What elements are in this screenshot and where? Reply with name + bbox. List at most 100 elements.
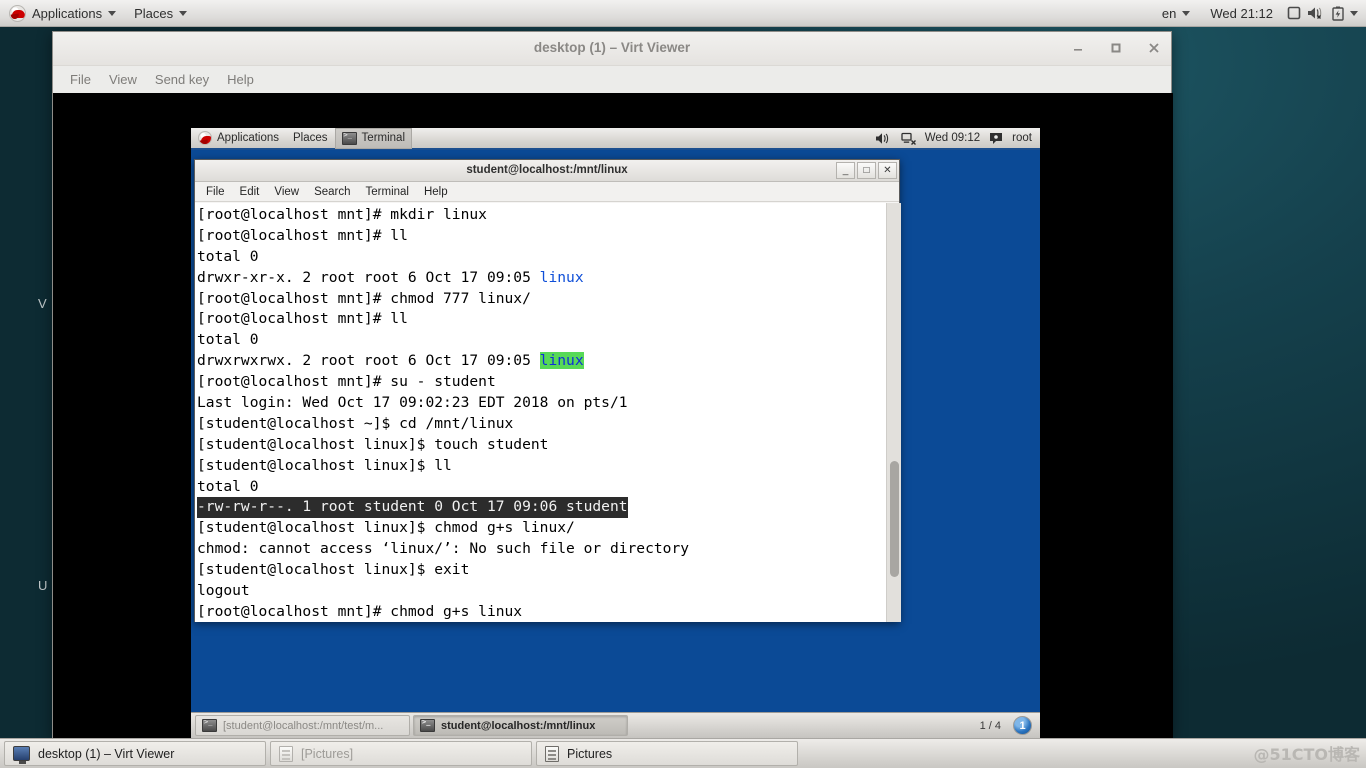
host-places-label: Places bbox=[134, 5, 174, 21]
terminal-text-segment: linux bbox=[539, 352, 584, 370]
terminal-line: [student@localhost ~]$ cd /mnt/linux bbox=[197, 414, 886, 435]
host-clock[interactable]: Wed 21:12 bbox=[1201, 0, 1282, 26]
host-applications-menu[interactable]: Applications bbox=[0, 0, 125, 26]
terminal-menu-edit[interactable]: Edit bbox=[233, 185, 267, 199]
host-system-tray: en Wed 21:12 bbox=[1153, 0, 1366, 26]
user-account-icon[interactable] bbox=[986, 128, 1006, 148]
terminal-titlebar[interactable]: student@localhost:/mnt/linux _ □ ✕ bbox=[195, 160, 899, 182]
menu-send-key[interactable]: Send key bbox=[147, 70, 217, 89]
menu-help[interactable]: Help bbox=[219, 70, 262, 89]
chevron-down-icon[interactable] bbox=[1350, 10, 1358, 16]
virt-viewer-titlebar[interactable]: desktop (1) – Virt Viewer bbox=[53, 32, 1171, 66]
terminal-text-segment: linux bbox=[539, 268, 584, 286]
terminal-scrollbar-thumb[interactable] bbox=[890, 461, 899, 577]
guest-clock-label[interactable]: Wed 09:12 bbox=[925, 132, 980, 144]
terminal-icon bbox=[420, 718, 435, 732]
chevron-down-icon bbox=[179, 10, 188, 16]
terminal-line: [root@localhost mnt]# ll bbox=[197, 309, 886, 330]
guest-user-label[interactable]: root bbox=[1012, 132, 1032, 144]
watermark-text: @51CTO博客 bbox=[1253, 745, 1360, 764]
terminal-body[interactable]: [root@localhost mnt]# mkdir linux [root@l… bbox=[195, 203, 901, 622]
terminal-close-button[interactable]: ✕ bbox=[878, 162, 897, 179]
menu-view[interactable]: View bbox=[101, 70, 145, 89]
minimize-button[interactable] bbox=[1069, 39, 1087, 57]
host-task-pictures-minimized[interactable]: [Pictures] bbox=[270, 741, 532, 766]
close-button[interactable] bbox=[1145, 39, 1163, 57]
terminal-text-segment: drwxr-xr-x. 2 root root 6 Oct 17 09:05 bbox=[197, 268, 540, 286]
display-icon[interactable] bbox=[1284, 3, 1304, 23]
terminal-maximize-button[interactable]: □ bbox=[857, 162, 876, 179]
guest-screen[interactable]: Applications Places Terminal bbox=[191, 128, 1040, 738]
terminal-text-segment: chmod: cannot access ‘linux/’: No such f… bbox=[197, 540, 690, 558]
menu-file[interactable]: File bbox=[62, 70, 99, 89]
terminal-text-segment: total 0 bbox=[197, 477, 259, 495]
terminal-text-segment: [root@localhost mnt]# su - student bbox=[197, 373, 496, 391]
terminal-menu-terminal[interactable]: Terminal bbox=[359, 185, 416, 199]
guest-task-0[interactable]: [student@localhost:/mnt/test/m... bbox=[195, 715, 410, 736]
workspace-current-badge[interactable]: 1 bbox=[1013, 716, 1032, 735]
terminal-title: student@localhost:/mnt/linux bbox=[466, 164, 628, 176]
guest-places-label: Places bbox=[293, 132, 328, 144]
terminal-line: total 0 bbox=[197, 247, 886, 268]
keyboard-layout-label: en bbox=[1161, 5, 1177, 21]
redhat-logo-icon bbox=[9, 4, 26, 22]
terminal-text-segment: [root@localhost mnt]# mkdir linux bbox=[197, 206, 487, 223]
host-task-pictures[interactable]: Pictures bbox=[536, 741, 798, 766]
terminal-scrollbar[interactable] bbox=[886, 203, 901, 622]
terminal-text-segment: [student@localhost linux]$ ll bbox=[197, 456, 452, 474]
volume-muted-icon[interactable] bbox=[1306, 3, 1326, 23]
terminal-menu-view[interactable]: View bbox=[267, 185, 306, 199]
terminal-menu-search[interactable]: Search bbox=[307, 185, 357, 199]
virt-viewer-window[interactable]: desktop (1) – Virt Viewer File View Send… bbox=[52, 31, 1173, 738]
workspace-switcher[interactable]: 1 / 4 1 bbox=[974, 716, 1036, 735]
terminal-selected-text: -rw-rw-r--. 1 root student 0 Oct 17 09:0… bbox=[197, 497, 628, 519]
guest-applications-menu[interactable]: Applications bbox=[191, 128, 286, 149]
volume-icon[interactable] bbox=[873, 128, 893, 148]
guest-taskbar: [student@localhost:/mnt/test/m... studen… bbox=[191, 712, 1040, 738]
workspace-counter: 1 / 4 bbox=[979, 719, 1001, 732]
wallpaper-text-1: U bbox=[38, 578, 48, 593]
terminal-menu-help[interactable]: Help bbox=[417, 185, 455, 199]
terminal-line: [root@localhost mnt]# chmod 777 linux/ bbox=[197, 289, 886, 310]
terminal-line: logout bbox=[197, 581, 886, 602]
battery-icon[interactable] bbox=[1328, 3, 1348, 23]
guest-places-menu[interactable]: Places bbox=[286, 128, 335, 149]
host-applications-label: Applications bbox=[32, 5, 103, 21]
guest-display-area[interactable]: Applications Places Terminal bbox=[53, 93, 1173, 738]
host-task-virt-viewer[interactable]: desktop (1) – Virt Viewer bbox=[4, 741, 266, 766]
watermark: @51CTO博客 bbox=[1253, 741, 1360, 765]
terminal-minimize-button[interactable]: _ bbox=[836, 162, 855, 179]
virt-viewer-title: desktop (1) – Virt Viewer bbox=[533, 40, 691, 55]
terminal-text-segment: total 0 bbox=[197, 247, 259, 265]
terminal-text-segment: Last login: Wed Oct 17 09:02:23 EDT 2018… bbox=[197, 394, 628, 412]
terminal-text-segment: [root@localhost mnt]# ll bbox=[197, 226, 408, 244]
terminal-line: drwxr-xr-x. 2 root root 6 Oct 17 09:05 l… bbox=[197, 268, 886, 289]
chevron-down-icon bbox=[1182, 10, 1191, 16]
terminal-line: total 0 bbox=[197, 330, 886, 351]
host-top-panel: Applications Places en Wed 21:12 bbox=[0, 0, 1366, 27]
host-clock-label: Wed 21:12 bbox=[1210, 5, 1273, 21]
terminal-output[interactable]: [root@localhost mnt]# mkdir linux [root@l… bbox=[195, 203, 886, 622]
guest-task-label-0: [student@localhost:/mnt/test/m... bbox=[223, 719, 384, 732]
terminal-menu-file[interactable]: File bbox=[199, 185, 232, 199]
terminal-text-segment: [student@localhost linux]$ exit bbox=[197, 561, 470, 579]
keyboard-layout-indicator[interactable]: en bbox=[1153, 0, 1199, 26]
terminal-line: drwxrwxrwx. 2 root root 6 Oct 17 09:05 l… bbox=[197, 351, 886, 372]
terminal-line: [student@localhost linux]$ chmod g+s lin… bbox=[197, 518, 886, 539]
network-disconnected-icon[interactable] bbox=[899, 128, 919, 148]
redhat-logo-icon bbox=[198, 131, 212, 145]
guest-active-window-label: Terminal bbox=[361, 132, 406, 144]
guest-active-window-button[interactable]: Terminal bbox=[334, 128, 413, 149]
host-places-menu[interactable]: Places bbox=[125, 0, 196, 26]
terminal-line: [student@localhost linux]$ exit bbox=[197, 560, 886, 581]
terminal-icon bbox=[341, 131, 357, 145]
host-task-label-1: [Pictures] bbox=[301, 746, 354, 761]
terminal-line: chmod: cannot access ‘linux/’: No such f… bbox=[197, 539, 886, 560]
terminal-line: [root@localhost mnt]# chmod g+s linux bbox=[197, 602, 886, 622]
terminal-window[interactable]: student@localhost:/mnt/linux _ □ ✕ File … bbox=[194, 159, 901, 622]
terminal-text-segment: [student@localhost ~]$ cd /mnt/linux bbox=[197, 414, 514, 432]
terminal-icon bbox=[202, 718, 217, 732]
guest-task-1[interactable]: student@localhost:/mnt/linux bbox=[413, 715, 628, 736]
terminal-text-segment: [student@localhost linux]$ chmod g+s lin… bbox=[197, 519, 575, 537]
maximize-button[interactable] bbox=[1107, 39, 1125, 57]
